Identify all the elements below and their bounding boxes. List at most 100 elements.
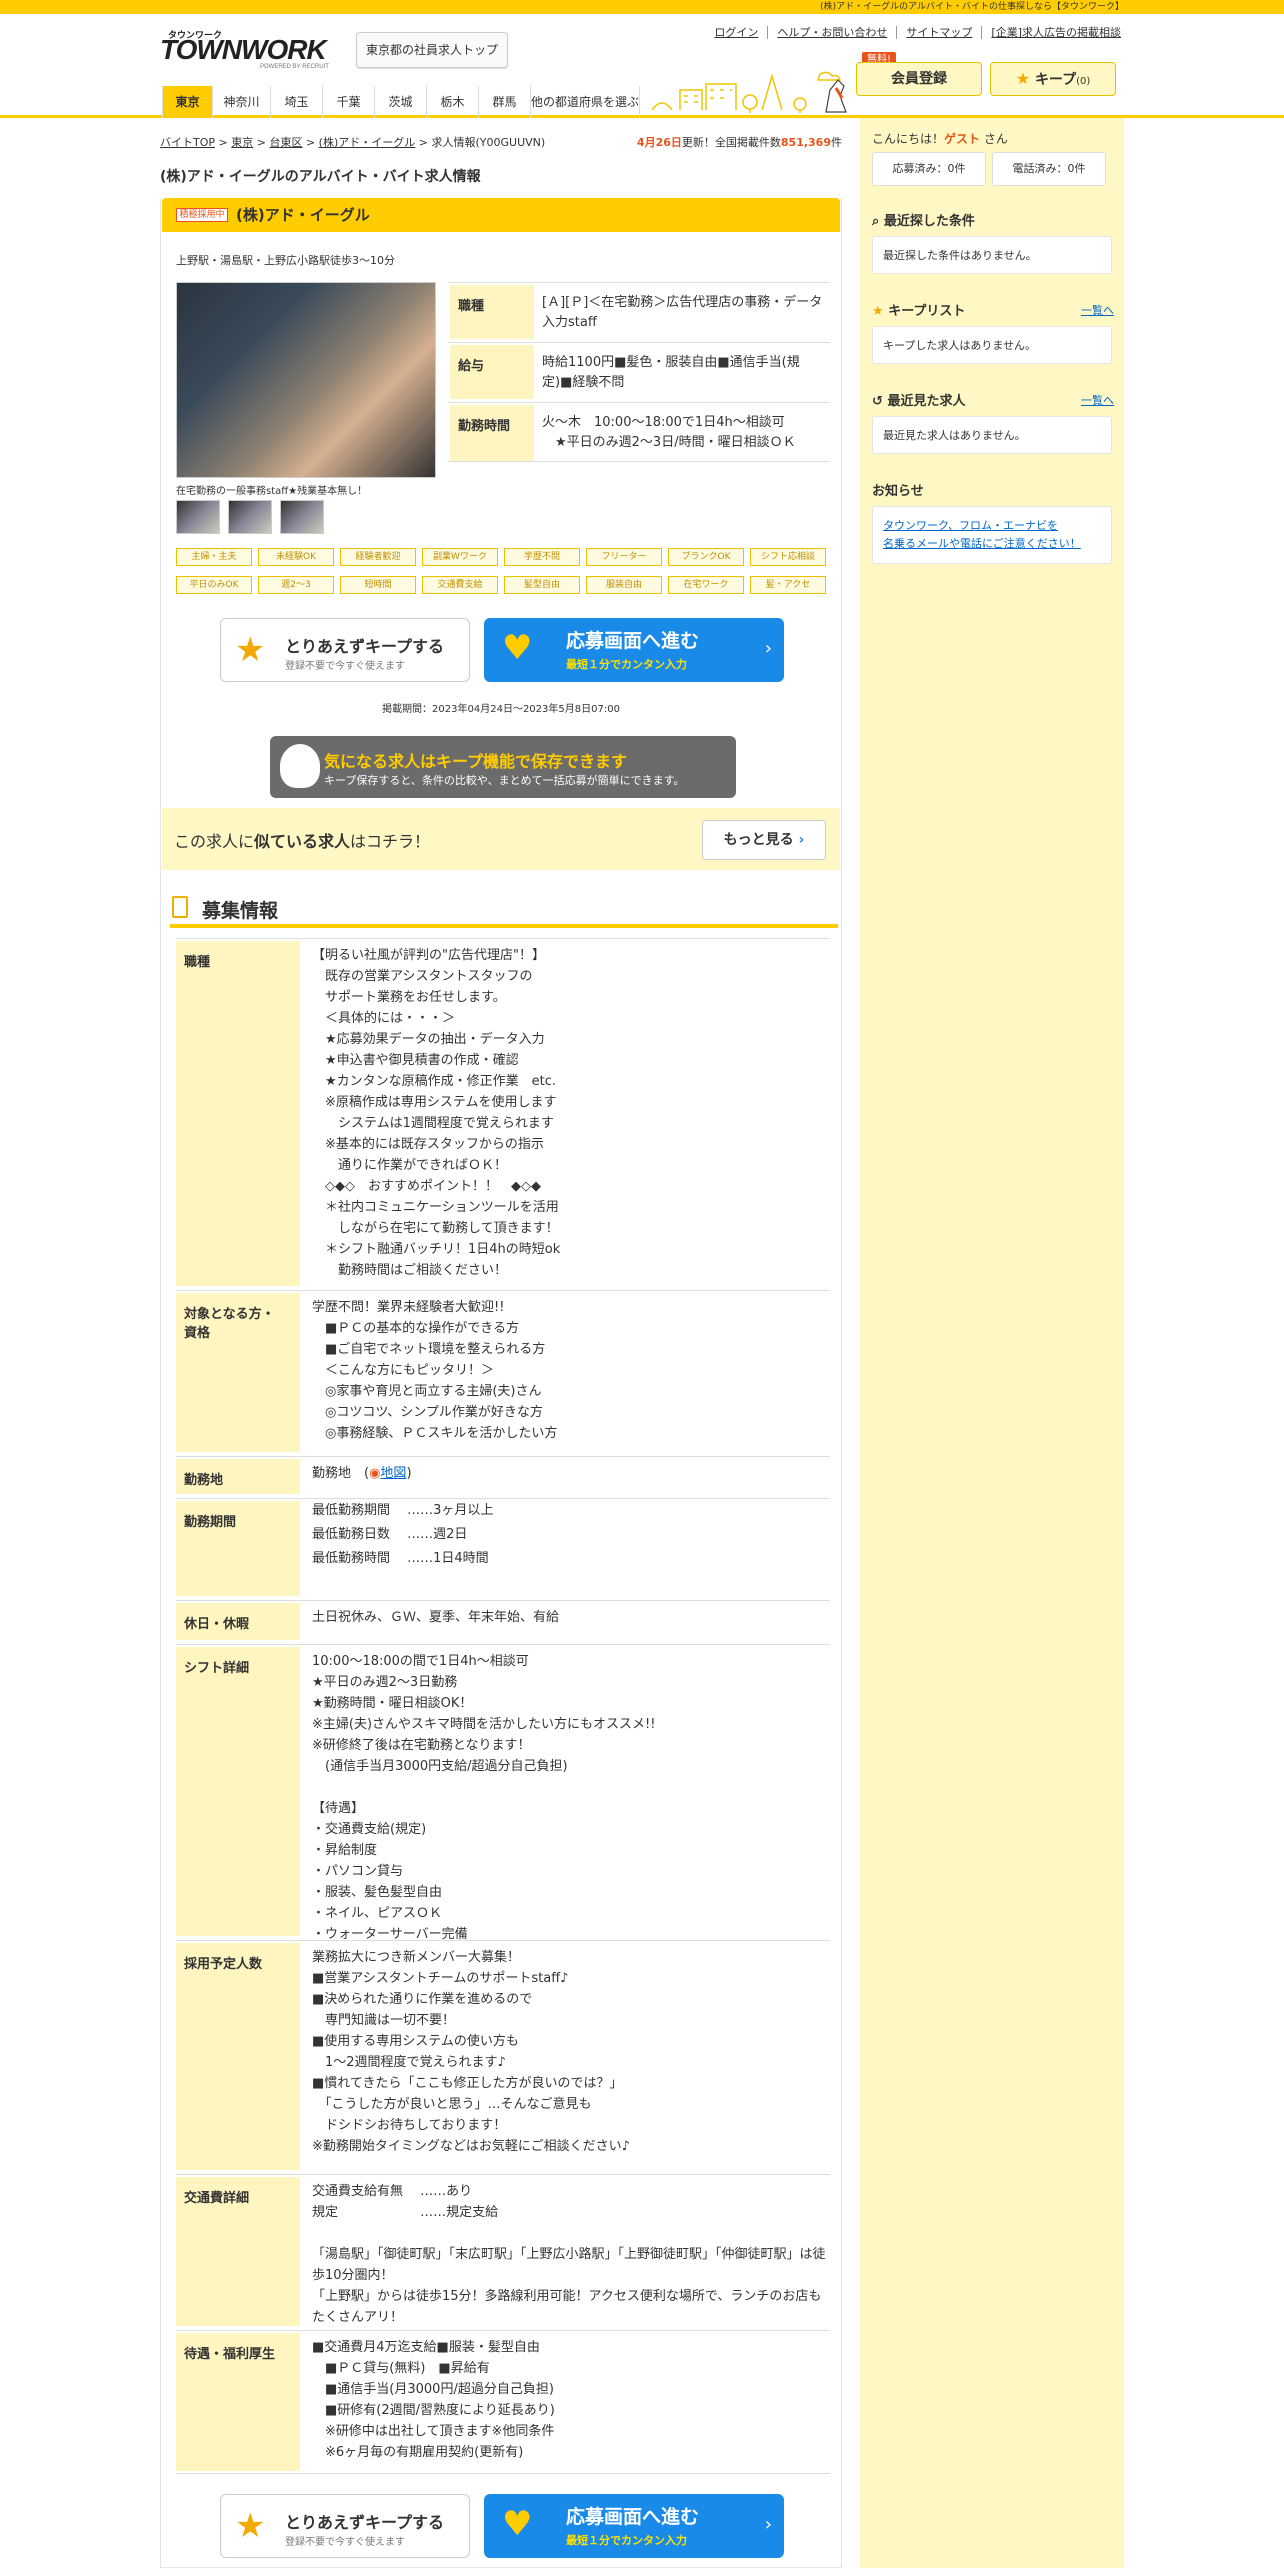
summary-row-hours: 勤務時間 火～木 10:00～18:00で1日4h～相談可 ★平日のみ週2～3日/… <box>448 402 830 462</box>
similar-jobs-text: この求人に似ている求人はコチラ！ <box>174 832 431 851</box>
top-bar: (株)アド・イーグルのアルバイト・バイトの仕事探しなら【タウンワーク】 <box>0 0 1284 14</box>
heart-hand-icon: ♥ <box>502 2504 533 2544</box>
mascot-icon <box>280 744 320 788</box>
login-link[interactable]: ログイン <box>705 26 767 39</box>
recent-conditions-box: 最近探した条件はありません。 <box>872 236 1112 274</box>
tab-tokyo[interactable]: 東京 <box>162 86 212 118</box>
greeting: こんにちは！ゲスト さん <box>872 132 1008 146</box>
called-count-button[interactable]: 電話済み：0件 <box>992 152 1106 186</box>
row-work-period: 勤務期間 最低勤務期間 ……3ヶ月以上 最低勤務日数 ……週2日 最低勤務時間 …… <box>176 1498 830 1598</box>
recruit-info-heading: 募集情報 <box>170 892 838 928</box>
help-link[interactable]: ヘルプ・お問い合わせ <box>767 26 897 39</box>
crumb-baito-top[interactable]: バイトTOP <box>160 136 215 149</box>
apply-button[interactable]: ♥ 応募画面へ進む 最短１分でカンタン入力 › <box>484 618 784 682</box>
keep-list-more-link[interactable]: 一覧へ <box>1081 302 1114 318</box>
row-job-type: 職種 【明るい社風が評判の"広告代理店"！】 既存の営業アシスタントスタッフの サ… <box>176 938 830 1288</box>
feature-tag: 経験者歓迎 <box>340 548 416 566</box>
star-icon: ★ <box>235 630 266 670</box>
update-info: 4月26日更新！全国掲載件数851,369件 <box>636 136 842 149</box>
region-nav: 東京 神奈川 埼玉 千葉 茨城 栃木 群馬 他の都道府県を選ぶ <box>0 86 1284 118</box>
feature-tag: 週2～3 <box>258 576 334 594</box>
photo-thumbnail[interactable] <box>280 500 324 534</box>
crumb-taito[interactable]: 台東区 <box>269 136 302 149</box>
chevron-right-icon: › <box>798 832 805 848</box>
tab-ibaraki[interactable]: 茨城 <box>374 86 426 118</box>
feature-tag: シフト応相談 <box>750 548 826 566</box>
photo-caption: 在宅勤務の一般事務staff★残業基本無し！ <box>176 486 368 497</box>
recent-conditions-heading: ⌕ 最近探した条件 <box>872 214 975 229</box>
page-title: (株)アド・イーグルのアルバイト・バイト求人情報 <box>160 169 481 185</box>
crumb-current: 求人情報(Y00GUUVN) <box>431 136 546 149</box>
tab-tochigi[interactable]: 栃木 <box>426 86 478 118</box>
feature-tag: ブランクOK <box>668 548 744 566</box>
sitemap-link[interactable]: サイトマップ <box>896 26 982 39</box>
chevron-right-icon: › <box>764 638 772 659</box>
logo-powered: POWERED BY RECRUIT <box>260 64 329 70</box>
notice-link[interactable]: タウンワーク、フロム・エーナビを 名乗るメールや電話にご注意ください！ <box>883 519 1081 550</box>
photo-thumbnail[interactable] <box>176 500 220 534</box>
tab-other-prefectures[interactable]: 他の都道府県を選ぶ <box>530 86 640 118</box>
job-photo[interactable] <box>176 282 436 478</box>
notice-box: タウンワーク、フロム・エーナビを 名乗るメールや電話にご注意ください！ <box>872 506 1112 564</box>
row-location: 勤務地 勤務地 (◉地図) <box>176 1456 830 1496</box>
search-icon: ⌕ <box>872 214 880 229</box>
active-hiring-badge: 積極採用中 <box>176 208 228 222</box>
feature-tag: 服装自由 <box>586 576 662 594</box>
history-icon: ↺ <box>872 394 883 409</box>
access-text: 上野駅・湯島駅・上野広小路駅徒歩3～10分 <box>176 254 395 267</box>
tab-gunma[interactable]: 群馬 <box>478 86 530 118</box>
keep-list-box: キープした求人はありません。 <box>872 326 1112 364</box>
sidebar: こんにちは！ゲスト さん 応募済み：0件 電話済み：0件 ⌕ 最近探した条件 最… <box>860 118 1124 2568</box>
feature-tag: 在宅ワーク <box>668 576 744 594</box>
top-bar-text: (株)アド・イーグルのアルバイト・バイトの仕事探しなら【タウンワーク】 <box>820 2 1124 12</box>
keep-button-bottom[interactable]: ★ とりあえずキープする 登録不要で今すぐ使えます <box>220 2494 470 2558</box>
feature-tag: 学歴不問 <box>504 548 580 566</box>
row-qualifications: 対象となる方・ 資格 学歴不問！業界未経験者大歓迎!! ■ＰＣの基本的な操作ができ… <box>176 1290 830 1454</box>
similar-jobs-bar: この求人に似ている求人はコチラ！ もっと見る › <box>162 808 840 870</box>
crumb-tokyo[interactable]: 東京 <box>231 136 253 149</box>
corporate-ad-link[interactable]: [企業]求人広告の掲載相談 <box>981 26 1130 39</box>
map-link[interactable]: 地図 <box>380 1466 406 1481</box>
header-links: ログイン ヘルプ・お問い合わせ サイトマップ [企業]求人広告の掲載相談 <box>700 24 1130 42</box>
tab-chiba[interactable]: 千葉 <box>322 86 374 118</box>
tab-kanagawa[interactable]: 神奈川 <box>212 86 270 118</box>
feature-tag: 平日のみOK <box>176 576 252 594</box>
feature-tag: 髪・アクセ <box>750 576 826 594</box>
row-transport: 交通費詳細 交通費支給有無 ……あり 規定 ……規定支給 「湯島駅」「御徒町駅」「… <box>176 2174 830 2328</box>
chevron-right-icon: › <box>764 2514 772 2535</box>
document-icon <box>172 896 188 918</box>
applied-count-button[interactable]: 応募済み：0件 <box>872 152 986 186</box>
crumb-company[interactable]: (株)アド・イーグル <box>319 136 416 149</box>
summary-row-salary: 給与 時給1100円■髪色・服装自由■通信手当(規定)■経験不問 <box>448 342 830 400</box>
apply-button-bottom[interactable]: ♥ 応募画面へ進む 最短１分でカンタン入力 › <box>484 2494 784 2558</box>
row-holidays: 休日・休暇 土日祝休み、ＧＷ、夏季、年末年始、有給 <box>176 1600 830 1642</box>
star-icon: ★ <box>235 2506 266 2546</box>
recently-viewed-box: 最近見た求人はありません。 <box>872 416 1112 454</box>
feature-tag: 短時間 <box>340 576 416 594</box>
company-name: (株)アド・イーグル <box>236 206 370 224</box>
summary-row-job: 職種 [Ａ][Ｐ]＜在宅勤務＞広告代理店の事務・データ入力staff <box>448 282 830 340</box>
heart-hand-icon: ♥ <box>502 628 533 668</box>
posting-period: 掲載期間：2023年04月24日～2023年5月8日07:00 <box>382 704 620 715</box>
recently-viewed-more-link[interactable]: 一覧へ <box>1081 392 1114 408</box>
tab-saitama[interactable]: 埼玉 <box>270 86 322 118</box>
feature-tag: 主婦・主夫 <box>176 548 252 566</box>
keep-feature-banner[interactable]: 気になる求人はキープ機能で保存できます キープ保存すると、条件の比較や、まとめて… <box>270 736 736 798</box>
keep-list-heading: ★ キープリスト <box>872 304 966 319</box>
feature-tag: 未経験OK <box>258 548 334 566</box>
logo-name: TOWNWORK <box>160 34 327 65</box>
row-hiring-count: 採用予定人数 業務拡大につき新メンバー大募集！ ■営業アシスタントチームのサポート… <box>176 1940 830 2172</box>
townwork-logo[interactable]: タウンワーク TOWNWORK POWERED BY RECRUIT <box>160 28 338 74</box>
feature-tag: 交通費支給 <box>422 576 498 594</box>
row-shift: シフト詳細 10:00～18:00の間で1日4h～相談可 ★平日のみ週2～3日勤務… <box>176 1644 830 1942</box>
keep-button[interactable]: ★ とりあえずキープする 登録不要で今すぐ使えます <box>220 618 470 682</box>
notice-heading: お知らせ <box>872 484 924 499</box>
feature-tag: フリーター <box>586 548 662 566</box>
feature-tag: 髪型自由 <box>504 576 580 594</box>
see-more-button[interactable]: もっと見る › <box>702 820 826 860</box>
feature-tag: 副業Wワーク <box>422 548 498 566</box>
row-benefits: 待遇・福利厚生 ■交通費月4万迄支給■服装・髪型自由 ■ＰＣ貸与(無料) ■昇給有… <box>176 2330 830 2474</box>
map-pin-icon: ◉ <box>369 1466 381 1481</box>
tokyo-top-button[interactable]: 東京都の社員求人トップ <box>356 32 508 68</box>
photo-thumbnail[interactable] <box>228 500 272 534</box>
